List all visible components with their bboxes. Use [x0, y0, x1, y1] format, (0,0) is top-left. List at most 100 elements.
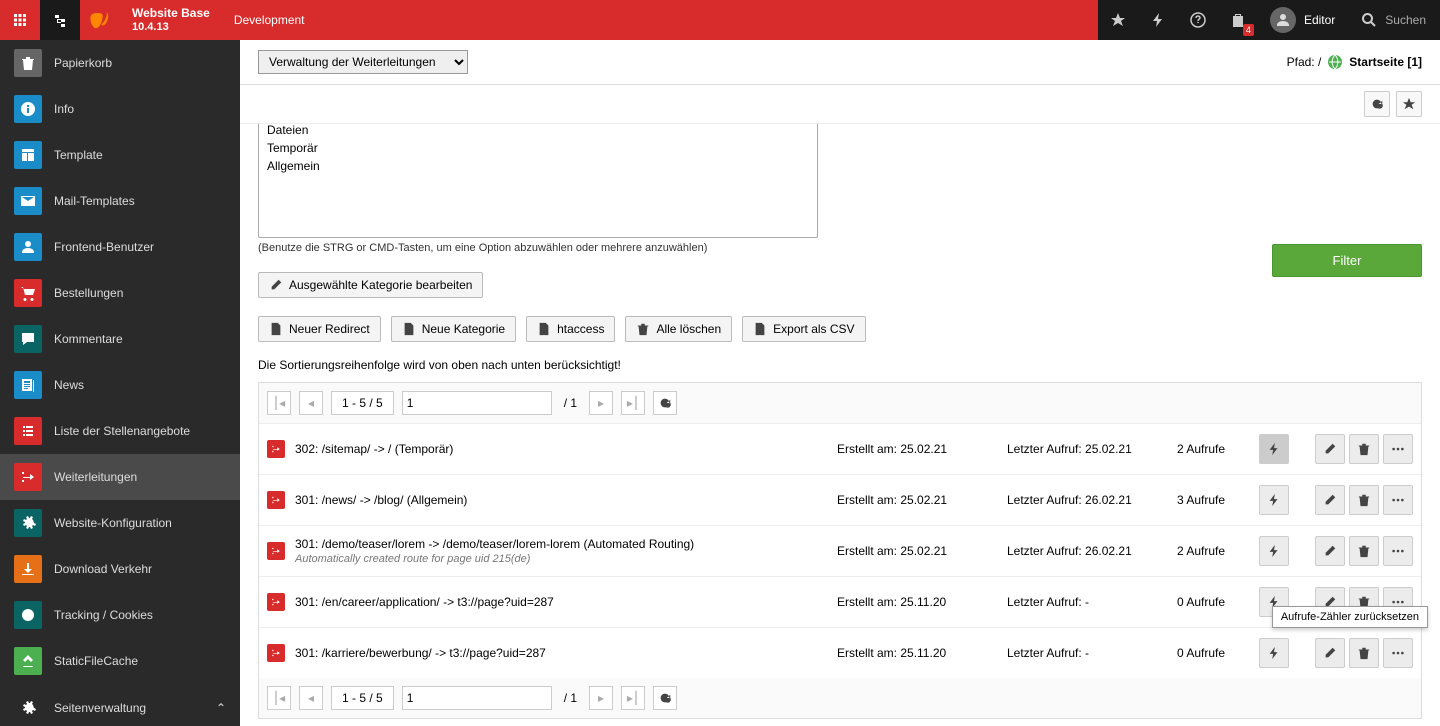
more-button[interactable]: [1383, 536, 1413, 566]
row-actions: [1259, 434, 1413, 464]
filter-button[interactable]: Filter: [1272, 244, 1422, 277]
row-actions: [1259, 638, 1413, 668]
row-hits: 3 Aufrufe: [1177, 493, 1249, 507]
more-button[interactable]: [1383, 638, 1413, 668]
sidebar-item-label: Frontend-Benutzer: [54, 240, 154, 254]
sidebar-item-label: Download Verkehr: [54, 562, 152, 576]
cache-flush-icon[interactable]: [1138, 0, 1178, 40]
reset-counter-button[interactable]: [1259, 485, 1289, 515]
sort-note: Die Sortierungsreihenfolge wird von oben…: [258, 358, 1422, 372]
delete-button[interactable]: [1349, 638, 1379, 668]
comment-icon: [14, 325, 42, 353]
delete-button[interactable]: [1349, 536, 1379, 566]
avatar-icon: [1270, 7, 1296, 33]
chevron-icon: ⌃: [216, 701, 226, 715]
edit-category-button[interactable]: Ausgewählte Kategorie bearbeiten: [258, 272, 483, 298]
page-input[interactable]: [402, 686, 552, 710]
export-csv-button[interactable]: Export als CSV: [742, 316, 865, 342]
sidebar-item-list[interactable]: Liste der Stellenangebote: [0, 408, 240, 454]
next-page-icon[interactable]: ▸: [589, 391, 613, 415]
new-redirect-button[interactable]: Neuer Redirect: [258, 316, 381, 342]
sidebar-item-cart[interactable]: Bestellungen: [0, 270, 240, 316]
new-category-button[interactable]: Neue Kategorie: [391, 316, 516, 342]
sidebar-item-label: Tracking / Cookies: [54, 608, 153, 622]
row-created: Erstellt am: 25.02.21: [837, 442, 997, 456]
edit-button[interactable]: [1315, 434, 1345, 464]
module-dropdown[interactable]: Verwaltung der Weiterleitungen: [258, 50, 468, 74]
info-icon: [14, 95, 42, 123]
sidebar-item-cookie[interactable]: Tracking / Cookies: [0, 592, 240, 638]
page-input[interactable]: [402, 391, 552, 415]
next-page-icon[interactable]: ▸: [589, 686, 613, 710]
edit-button[interactable]: [1315, 485, 1345, 515]
sidebar-item-config[interactable]: Website-Konfiguration: [0, 500, 240, 546]
sidebar-item-comment[interactable]: Kommentare: [0, 316, 240, 362]
delete-button[interactable]: [1349, 485, 1379, 515]
sidebar-item-label: Info: [54, 102, 74, 116]
help-icon[interactable]: [1178, 0, 1218, 40]
reset-counter-button[interactable]: [1259, 638, 1289, 668]
listbox-option[interactable]: Temporär: [259, 139, 817, 157]
notifications-icon[interactable]: 4: [1218, 0, 1258, 40]
typo3-logo: [80, 0, 120, 40]
cart-icon: [14, 279, 42, 307]
search-button[interactable]: Suchen: [1347, 0, 1440, 40]
row-lasthit: Letzter Aufruf: -: [1007, 595, 1167, 609]
more-button[interactable]: [1383, 485, 1413, 515]
listbox-option[interactable]: Dateien: [259, 124, 817, 139]
prev-page-icon[interactable]: ◂: [299, 391, 323, 415]
reset-counter-button[interactable]: [1259, 536, 1289, 566]
refresh-icon[interactable]: [653, 686, 677, 710]
htaccess-button[interactable]: htaccess: [526, 316, 615, 342]
redirect-item-icon: [267, 644, 285, 662]
row-hits: 0 Aufrufe: [1177, 646, 1249, 660]
page-tree-icon[interactable]: [40, 0, 80, 40]
row-actions: [1259, 536, 1413, 566]
redirect-table: ⎮◂ ◂ 1 - 5 / 5 / 1 ▸ ▸⎮ 302: /sitemap/ -…: [258, 382, 1422, 719]
user-menu[interactable]: Editor: [1258, 0, 1347, 40]
sidebar-item-download[interactable]: Download Verkehr: [0, 546, 240, 592]
delete-all-button[interactable]: Alle löschen: [625, 316, 732, 342]
first-page-icon[interactable]: ⎮◂: [267, 686, 291, 710]
delete-button[interactable]: [1349, 434, 1379, 464]
sidebar-item-redirect[interactable]: Weiterleitungen: [0, 454, 240, 500]
sidebar-item-label: News: [54, 378, 84, 392]
row-created: Erstellt am: 25.11.20: [837, 646, 997, 660]
sidebar-item-cache[interactable]: StaticFileCache: [0, 638, 240, 684]
row-title: 302: /sitemap/ -> / (Temporär): [295, 442, 827, 456]
app-switcher-icon[interactable]: [0, 0, 40, 40]
cache-icon: [14, 647, 42, 675]
context-label: Development: [222, 13, 317, 27]
sidebar-section[interactable]: Seitenverwaltung⌃: [0, 684, 240, 726]
last-page-icon[interactable]: ▸⎮: [621, 686, 645, 710]
category-listbox[interactable]: DateienTemporärAllgemein: [258, 124, 818, 238]
first-page-icon[interactable]: ⎮◂: [267, 391, 291, 415]
sidebar-item-user[interactable]: Frontend-Benutzer: [0, 224, 240, 270]
edit-button[interactable]: [1315, 536, 1345, 566]
sidebar-item-news[interactable]: News: [0, 362, 240, 408]
table-row: 302: /sitemap/ -> / (Temporär) Erstellt …: [259, 423, 1421, 474]
bookmark-icon[interactable]: [1098, 0, 1138, 40]
search-label: Suchen: [1385, 13, 1426, 27]
listbox-option[interactable]: Allgemein: [259, 157, 817, 175]
row-lasthit: Letzter Aufruf: 26.02.21: [1007, 544, 1167, 558]
bookmark-page-icon[interactable]: [1396, 91, 1422, 117]
page-total: / 1: [560, 396, 581, 410]
refresh-icon[interactable]: [653, 391, 677, 415]
sidebar-item-template[interactable]: Template: [0, 132, 240, 178]
more-button[interactable]: [1383, 434, 1413, 464]
reset-counter-button[interactable]: [1259, 434, 1289, 464]
row-hits: 2 Aufrufe: [1177, 544, 1249, 558]
sidebar-item-info[interactable]: Info: [0, 86, 240, 132]
edit-button[interactable]: [1315, 638, 1345, 668]
template-icon: [14, 141, 42, 169]
sidebar-item-trash[interactable]: Papierkorb: [0, 40, 240, 86]
sidebar-item-mail[interactable]: Mail-Templates: [0, 178, 240, 224]
reload-icon[interactable]: [1364, 91, 1390, 117]
last-page-icon[interactable]: ▸⎮: [621, 391, 645, 415]
doc-header: Verwaltung der Weiterleitungen Pfad: / S…: [240, 40, 1440, 85]
prev-page-icon[interactable]: ◂: [299, 686, 323, 710]
row-hits: 0 Aufrufe: [1177, 595, 1249, 609]
list-icon: [14, 417, 42, 445]
row-created: Erstellt am: 25.11.20: [837, 595, 997, 609]
